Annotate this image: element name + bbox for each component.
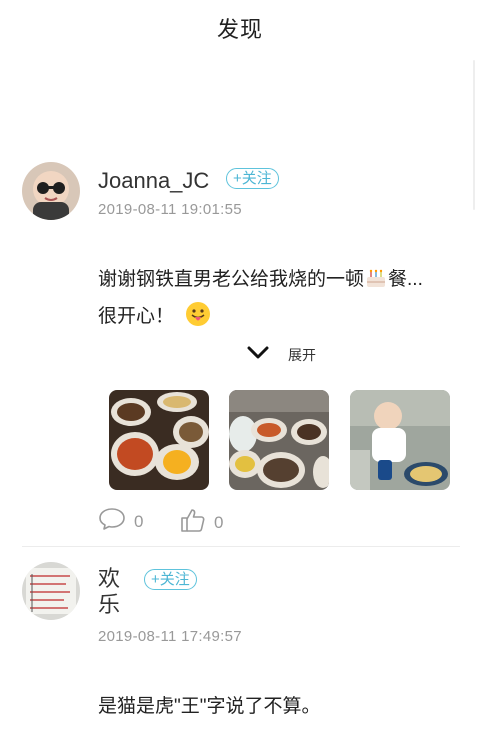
follow-button[interactable]: +关注 (226, 168, 279, 189)
tongue-emoji (185, 301, 211, 338)
post-image-thumbnail[interactable] (350, 390, 450, 490)
post-content-line2: 很开心！ (98, 306, 175, 327)
cake-emoji (364, 266, 388, 301)
like-count: 0 (214, 512, 224, 532)
feed-post: 欢 乐 +关注 2019-08-11 17:49:57 是猫是虎"王"字说了不算… (0, 546, 480, 742)
post-image-thumbnail[interactable] (109, 390, 209, 490)
page-title: 发现 (216, 17, 263, 42)
feed-post: Joanna_JC +关注 2019-08-11 19:01:55 谢谢钢铁直男… (0, 150, 480, 546)
expand-label: 展开 (288, 347, 316, 363)
post-timestamp: 2019-08-11 19:01:55 (98, 201, 242, 218)
username[interactable]: 欢 乐 (98, 566, 120, 618)
post-image-thumbnail[interactable] (229, 390, 329, 490)
like-action[interactable]: 0 (180, 507, 223, 538)
follow-button[interactable]: +关注 (144, 569, 197, 590)
top-bar: 发现 (0, 0, 480, 56)
chevron-down-icon (246, 346, 270, 365)
comment-icon (98, 507, 126, 536)
thumbs-up-icon (180, 507, 206, 538)
post-content: 谢谢钢铁直男老公给我烧的一顿 餐... 很开心！ (98, 264, 463, 338)
post-content-line1: 谢谢钢铁直男老公给我烧的一顿 (98, 269, 365, 290)
post-content-line1-tail: 餐... (388, 269, 423, 290)
username[interactable]: Joanna_JC (98, 168, 209, 194)
expand-toggle[interactable]: 展开 (246, 345, 316, 365)
user-avatar[interactable] (22, 562, 80, 620)
user-avatar[interactable] (22, 162, 80, 220)
post-content: 是猫是虎"王"字说了不算。 (98, 691, 458, 723)
post-timestamp: 2019-08-11 17:49:57 (98, 628, 242, 645)
comment-count: 0 (134, 511, 144, 531)
post-content-text: 是猫是虎"王"字说了不算。 (98, 696, 321, 717)
username-line1: 欢 (98, 566, 121, 591)
comment-action[interactable]: 0 (98, 507, 143, 536)
username-line2: 乐 (98, 592, 121, 617)
